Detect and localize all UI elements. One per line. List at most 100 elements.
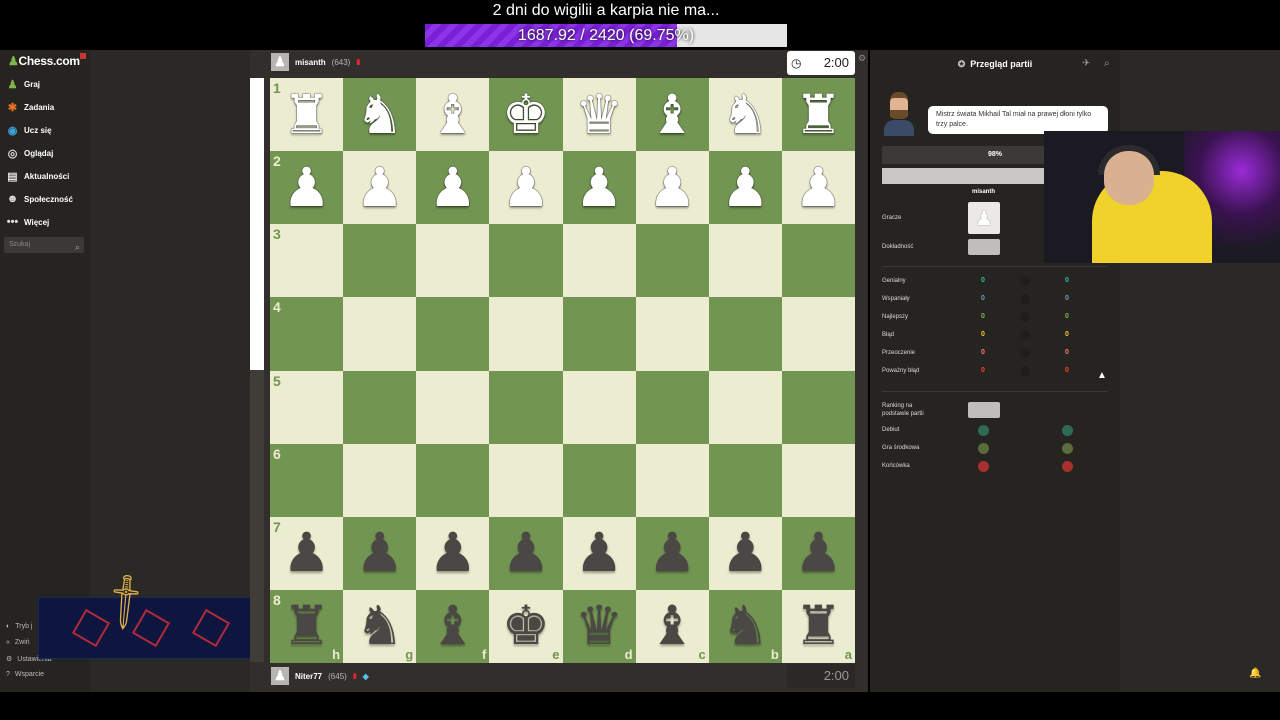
chess-logo[interactable]: ♟Chess.com <box>8 54 80 68</box>
chess-piece[interactable]: ♞ <box>721 599 769 653</box>
board-square[interactable]: ♟ <box>343 516 417 590</box>
board-square[interactable] <box>343 297 417 371</box>
bottom-player[interactable]: ♟ Niter77 (645) ▮ ◆ <box>271 667 369 685</box>
collapse-button[interactable]: « Zwiń <box>6 639 30 646</box>
sidebar-item-learn[interactable]: ◉ Ucz się <box>6 120 52 140</box>
board-square[interactable] <box>708 443 782 517</box>
board-square[interactable] <box>416 297 490 371</box>
board-square[interactable]: b ♞ <box>708 589 782 663</box>
board-square[interactable] <box>708 370 782 444</box>
chess-piece[interactable]: ♜ <box>282 599 330 653</box>
board-square[interactable]: 8 h ♜ <box>270 589 344 663</box>
chess-piece[interactable]: ♟ <box>429 526 477 580</box>
sidebar-item-play[interactable]: ♟ Graj <box>6 74 40 94</box>
chess-piece[interactable]: ♜ <box>794 599 842 653</box>
board-square[interactable]: ♜ <box>781 78 855 152</box>
pin-icon[interactable]: ✈ <box>1082 58 1090 69</box>
board-square[interactable]: d ♛ <box>562 589 636 663</box>
board-square[interactable]: ♛ <box>562 78 636 152</box>
chess-piece[interactable]: ♟ <box>575 526 623 580</box>
board-square[interactable]: ♟ <box>708 151 782 225</box>
board-square[interactable] <box>343 443 417 517</box>
board-square[interactable] <box>635 297 709 371</box>
chess-piece[interactable]: ♟ <box>502 526 550 580</box>
board-square[interactable]: f ♝ <box>416 589 490 663</box>
chess-piece[interactable]: ♟ <box>721 160 769 215</box>
chess-piece[interactable]: ♟ <box>355 160 403 215</box>
board-square[interactable]: 2 ♟ <box>270 151 344 225</box>
board-square[interactable]: 6 <box>270 443 344 517</box>
sidebar-item-news[interactable]: ▤ Aktualności <box>6 166 69 186</box>
board-square[interactable]: ♟ <box>708 516 782 590</box>
board-square[interactable]: 1 ♜ <box>270 78 344 152</box>
board-square[interactable]: ♚ <box>489 78 563 152</box>
board-square[interactable]: ♟ <box>635 516 709 590</box>
board-square[interactable]: ♝ <box>416 78 490 152</box>
sidebar-item-community[interactable]: ☻ Społeczność <box>6 189 73 209</box>
chess-piece[interactable]: ♟ <box>575 160 623 215</box>
board-square[interactable]: 3 <box>270 224 344 298</box>
board-square[interactable] <box>781 224 855 298</box>
board-square[interactable]: 5 <box>270 370 344 444</box>
board-square[interactable] <box>489 297 563 371</box>
chess-piece[interactable]: ♛ <box>575 599 623 653</box>
board-square[interactable]: 4 <box>270 297 344 371</box>
chess-piece[interactable]: ♟ <box>502 160 550 215</box>
board-square[interactable]: g ♞ <box>343 589 417 663</box>
board-square[interactable] <box>489 224 563 298</box>
chess-piece[interactable]: ♝ <box>648 599 696 653</box>
bell-icon[interactable]: 🔔 <box>1249 668 1261 679</box>
board-square[interactable] <box>635 370 709 444</box>
sidebar-item-more[interactable]: ••• Więcej <box>6 212 50 232</box>
board-square[interactable]: ♟ <box>489 151 563 225</box>
chess-piece[interactable]: ♟ <box>721 526 769 580</box>
chess-board[interactable]: 1 ♜ ♞ ♝ ♚ ♛ ♝ ♞ ♜ 2 ♟ ♟ ♟ ♟ ♟ ♟ ♟ ♟ 3 4 5 6 7 ♟ ♟ ♟ ♟ ♟ ♟ ♟ ♟ 8 h ♜ g ♞ f ♝ e ♚… <box>270 78 855 663</box>
chess-piece[interactable]: ♞ <box>355 599 403 653</box>
board-square[interactable]: ♟ <box>635 151 709 225</box>
board-square[interactable] <box>781 443 855 517</box>
search-input[interactable]: Szukaj ⌕ <box>4 237 84 253</box>
board-square[interactable]: ♟ <box>416 151 490 225</box>
sidebar-item-puzzles[interactable]: ✱ Zadania <box>6 97 54 117</box>
chess-piece[interactable]: ♞ <box>721 87 769 142</box>
board-square[interactable]: ♞ <box>343 78 417 152</box>
board-square[interactable] <box>562 370 636 444</box>
chess-piece[interactable]: ♟ <box>282 160 330 215</box>
board-square[interactable]: e ♚ <box>489 589 563 663</box>
board-square[interactable] <box>416 370 490 444</box>
help-button[interactable]: ? Wsparcie <box>6 671 44 678</box>
chess-piece[interactable]: ♞ <box>355 87 403 142</box>
chess-piece[interactable]: ♛ <box>575 87 623 142</box>
board-square[interactable] <box>562 443 636 517</box>
sidebar-item-watch[interactable]: ◎ Oglądaj <box>6 143 54 163</box>
search-icon[interactable]: ⌕ <box>1104 58 1110 69</box>
chess-piece[interactable]: ♝ <box>429 87 477 142</box>
board-square[interactable]: ♞ <box>708 78 782 152</box>
chess-piece[interactable]: ♟ <box>648 526 696 580</box>
chess-piece[interactable]: ♟ <box>794 526 842 580</box>
chess-piece[interactable]: ♝ <box>648 87 696 142</box>
chess-piece[interactable]: ♚ <box>502 87 550 142</box>
chess-piece[interactable]: ♟ <box>282 526 330 580</box>
board-square[interactable] <box>416 443 490 517</box>
board-square[interactable] <box>343 224 417 298</box>
board-square[interactable] <box>635 224 709 298</box>
board-square[interactable] <box>489 443 563 517</box>
board-square[interactable] <box>562 224 636 298</box>
board-square[interactable]: 7 ♟ <box>270 516 344 590</box>
board-square[interactable] <box>416 224 490 298</box>
board-square[interactable] <box>343 370 417 444</box>
top-player[interactable]: ♟ misanth (643) ▮ <box>271 53 360 71</box>
chess-piece[interactable]: ♜ <box>282 87 330 142</box>
board-square[interactable] <box>562 297 636 371</box>
board-square[interactable] <box>781 297 855 371</box>
board-square[interactable]: ♟ <box>416 516 490 590</box>
board-square[interactable]: ♟ <box>489 516 563 590</box>
board-square[interactable] <box>489 370 563 444</box>
board-square[interactable]: ♟ <box>781 516 855 590</box>
board-square[interactable] <box>781 370 855 444</box>
board-square[interactable]: ♟ <box>343 151 417 225</box>
board-square[interactable]: a ♜ <box>781 589 855 663</box>
board-square[interactable]: ♟ <box>562 516 636 590</box>
chess-piece[interactable]: ♝ <box>429 599 477 653</box>
